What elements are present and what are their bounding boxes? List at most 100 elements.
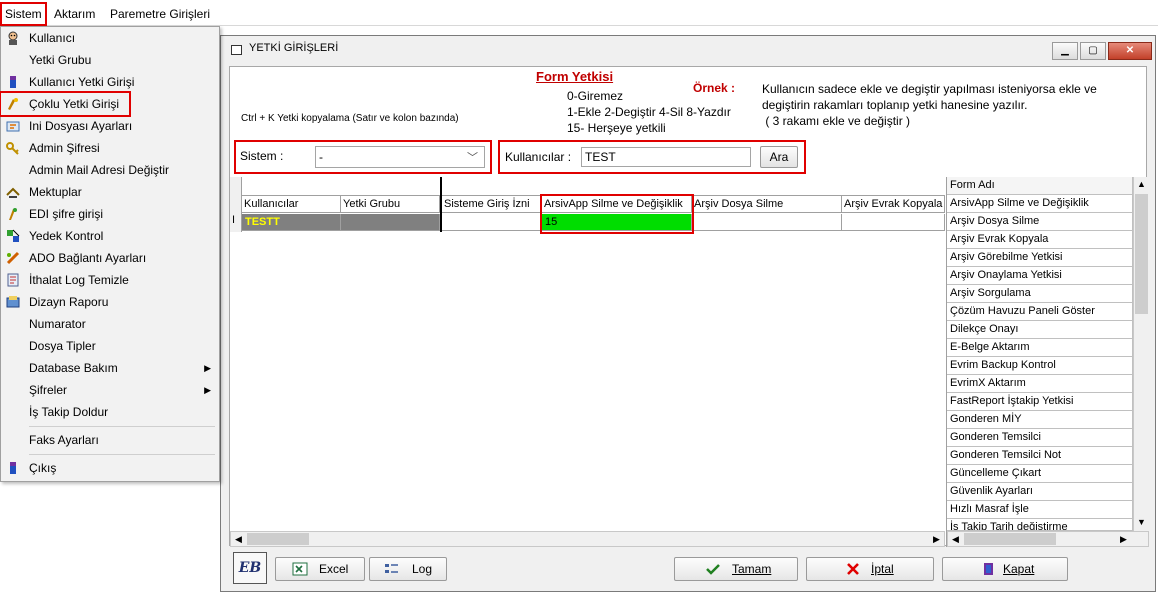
list-item[interactable]: EvrimX Aktarım	[947, 375, 1133, 393]
list-item[interactable]: FastReport İştakip Yetkisi	[947, 393, 1133, 411]
form-list-header: Form Adı	[947, 177, 1133, 195]
cell-login[interactable]	[442, 214, 542, 231]
menu-item-mektuplar[interactable]: Mektuplar	[1, 181, 219, 203]
scroll-thumb[interactable]	[1135, 194, 1148, 314]
backup-icon	[7, 229, 20, 242]
scroll-thumb[interactable]	[247, 533, 309, 545]
close-button[interactable]: ✕	[1108, 42, 1152, 60]
list-item[interactable]: Güncelleme Çıkart	[947, 465, 1133, 483]
menu-separator	[29, 426, 215, 427]
col-header-yetki-grubu[interactable]: Yetki Grubu	[341, 196, 440, 213]
eb-logo: EB	[233, 552, 267, 584]
menu-item-coklu-yetki-girisi[interactable]: Çoklu Yetki Girişi	[0, 91, 131, 117]
sistem-label: Sistem :	[240, 149, 284, 163]
log-icon	[385, 564, 398, 573]
menu-item-is-takip-doldur[interactable]: İş Takip Doldur	[1, 401, 219, 423]
ara-button[interactable]: Ara	[760, 146, 798, 168]
scroll-right-icon[interactable]: ▶	[1116, 532, 1131, 546]
list-item[interactable]: Arşiv Görebilme Yetkisi	[947, 249, 1133, 267]
list-item[interactable]: Arşiv Onaylama Yetkisi	[947, 267, 1133, 285]
list-item[interactable]: Evrim Backup Kontrol	[947, 357, 1133, 375]
col-header-arsiv-dosya-silme[interactable]: Arşiv Dosya Silme	[692, 196, 842, 213]
menu-item-cikis[interactable]: Çıkış	[1, 457, 219, 479]
scroll-up-icon[interactable]: ▲	[1134, 177, 1149, 192]
menu-item-admin-sifresi[interactable]: Admin Şifresi	[1, 137, 219, 159]
menu-item-yetki-grubu[interactable]: Yetki Grubu	[1, 49, 219, 71]
menu-item-kullanici[interactable]: Kullanıcı	[1, 27, 219, 49]
col-header-kullanicilar[interactable]: Kullanıcılar	[242, 196, 341, 213]
menu-item-edi-sifre-girisi[interactable]: EDI şifre girişi	[1, 203, 219, 225]
menu-item-ado-baglanti-ayarlari[interactable]: ADO Bağlantı Ayarları	[1, 247, 219, 269]
iptal-button[interactable]: İptal	[806, 557, 934, 581]
permission-grid: I Kullanıcılar Yetki Grubu Sisteme Giriş…	[230, 177, 945, 547]
log-clean-icon	[7, 273, 19, 287]
cancel-icon	[847, 563, 859, 575]
scroll-thumb[interactable]	[964, 533, 1056, 545]
menubar: Sistem Aktarım Paremetre Girişleri	[0, 0, 1158, 26]
menu-item-admin-mail-adresi-degistir[interactable]: Admin Mail Adresi Değiştir	[1, 159, 219, 181]
menu-paremetre-girisleri[interactable]: Paremetre Girişleri	[107, 4, 213, 24]
log-button[interactable]: Log	[369, 557, 447, 581]
form-list-vertical-scrollbar[interactable]: ▲ ▼	[1133, 177, 1149, 531]
scroll-left-icon[interactable]: ◀	[948, 532, 963, 546]
tamam-button[interactable]: Tamam	[674, 557, 798, 581]
grid-horizontal-scrollbar[interactable]: ◀ ▶	[230, 531, 945, 547]
ornek-label: Örnek :	[693, 81, 736, 95]
menu-item-kullanici-yetki-girisi[interactable]: Kullanıcı Yetki Girişi	[1, 71, 219, 93]
list-item[interactable]: Arşiv Sorgulama	[947, 285, 1133, 303]
window-titlebar: YETKİ GİRİŞLERİ ▁ ▢ ✕	[221, 36, 1155, 64]
grid-top-band	[230, 177, 945, 196]
form-list: Form Adı ArsivApp Silme ve Değişiklik Ar…	[946, 177, 1149, 547]
list-item[interactable]: Dilekçe Onayı	[947, 321, 1133, 339]
sistem-group: Sistem : - ﹀	[234, 140, 492, 174]
scroll-down-icon[interactable]: ▼	[1134, 515, 1149, 530]
legend-line-3: 15- Herşeye yetkili	[567, 121, 666, 135]
sistem-select[interactable]: - ﹀	[315, 146, 485, 168]
menu-separator	[29, 454, 215, 455]
report-icon	[6, 296, 20, 308]
list-item[interactable]: Çözüm Havuzu Paneli Göster	[947, 303, 1133, 321]
list-item[interactable]: Arşiv Evrak Kopyala	[947, 231, 1133, 249]
cell-user[interactable]: TESTT	[242, 214, 341, 231]
list-item[interactable]: Gonderen Temsilci Not	[947, 447, 1133, 465]
menu-item-database-bakim[interactable]: Database Bakım ▶	[1, 357, 219, 379]
excel-button[interactable]: Excel	[275, 557, 365, 581]
menu-item-dizayn-raporu[interactable]: Dizayn Raporu	[1, 291, 219, 313]
scroll-left-icon[interactable]: ◀	[231, 532, 246, 546]
menu-item-numarator[interactable]: Numarator	[1, 313, 219, 335]
menu-item-sifreler[interactable]: Şifreler ▶	[1, 379, 219, 401]
kullanicilar-input[interactable]: TEST	[581, 147, 751, 167]
menu-item-ini-dosyasi-ayarlari[interactable]: Ini Dosyası Ayarları	[1, 115, 219, 137]
menu-aktarim[interactable]: Aktarım	[51, 4, 98, 24]
col-header-sisteme-giris-izni[interactable]: Sisteme Giriş İzni	[442, 196, 542, 213]
user-permission-icon	[10, 76, 16, 88]
list-item[interactable]: E-Belge Aktarım	[947, 339, 1133, 357]
menu-sistem[interactable]: Sistem	[0, 2, 47, 26]
edi-key-icon	[9, 208, 17, 220]
menu-item-faks-ayarlari[interactable]: Faks Ayarları	[1, 429, 219, 451]
cell-dosya[interactable]	[692, 214, 842, 231]
list-item[interactable]: Gonderen MİY	[947, 411, 1133, 429]
minimize-button[interactable]: ▁	[1052, 42, 1078, 60]
window-icon	[231, 45, 242, 55]
maximize-button[interactable]: ▢	[1080, 42, 1106, 60]
list-item[interactable]: Arşiv Dosya Silme	[947, 213, 1133, 231]
form-list-horizontal-scrollbar[interactable]: ◀ ▶	[947, 531, 1149, 547]
col-header-arsiv-evrak-kopyala[interactable]: Arşiv Evrak Kopyala	[842, 196, 945, 213]
cell-group[interactable]	[341, 214, 440, 231]
list-item[interactable]: ArsivApp Silme ve Değişiklik	[947, 195, 1133, 213]
scroll-right-icon[interactable]: ▶	[929, 532, 944, 546]
menu-item-dosya-tipler[interactable]: Dosya Tipler	[1, 335, 219, 357]
cell-evrak[interactable]	[842, 214, 945, 231]
kapat-button[interactable]: Kapat	[942, 557, 1068, 581]
list-item[interactable]: Hızlı Masraf İşle	[947, 501, 1133, 519]
key-icon	[6, 142, 19, 155]
list-item[interactable]: İş Takip Tarih değiştirme	[947, 519, 1133, 531]
list-item[interactable]: Gonderen Temsilci	[947, 429, 1133, 447]
list-item[interactable]: Güvenlik Ayarları	[947, 483, 1133, 501]
form-yetkisi-title: Form Yetkisi	[536, 69, 614, 84]
letter-icon	[6, 187, 20, 198]
menu-item-yedek-kontrol[interactable]: Yedek Kontrol	[1, 225, 219, 247]
exit-icon	[10, 462, 16, 474]
menu-item-ithalat-log-temizle[interactable]: İthalat Log Temizle	[1, 269, 219, 291]
